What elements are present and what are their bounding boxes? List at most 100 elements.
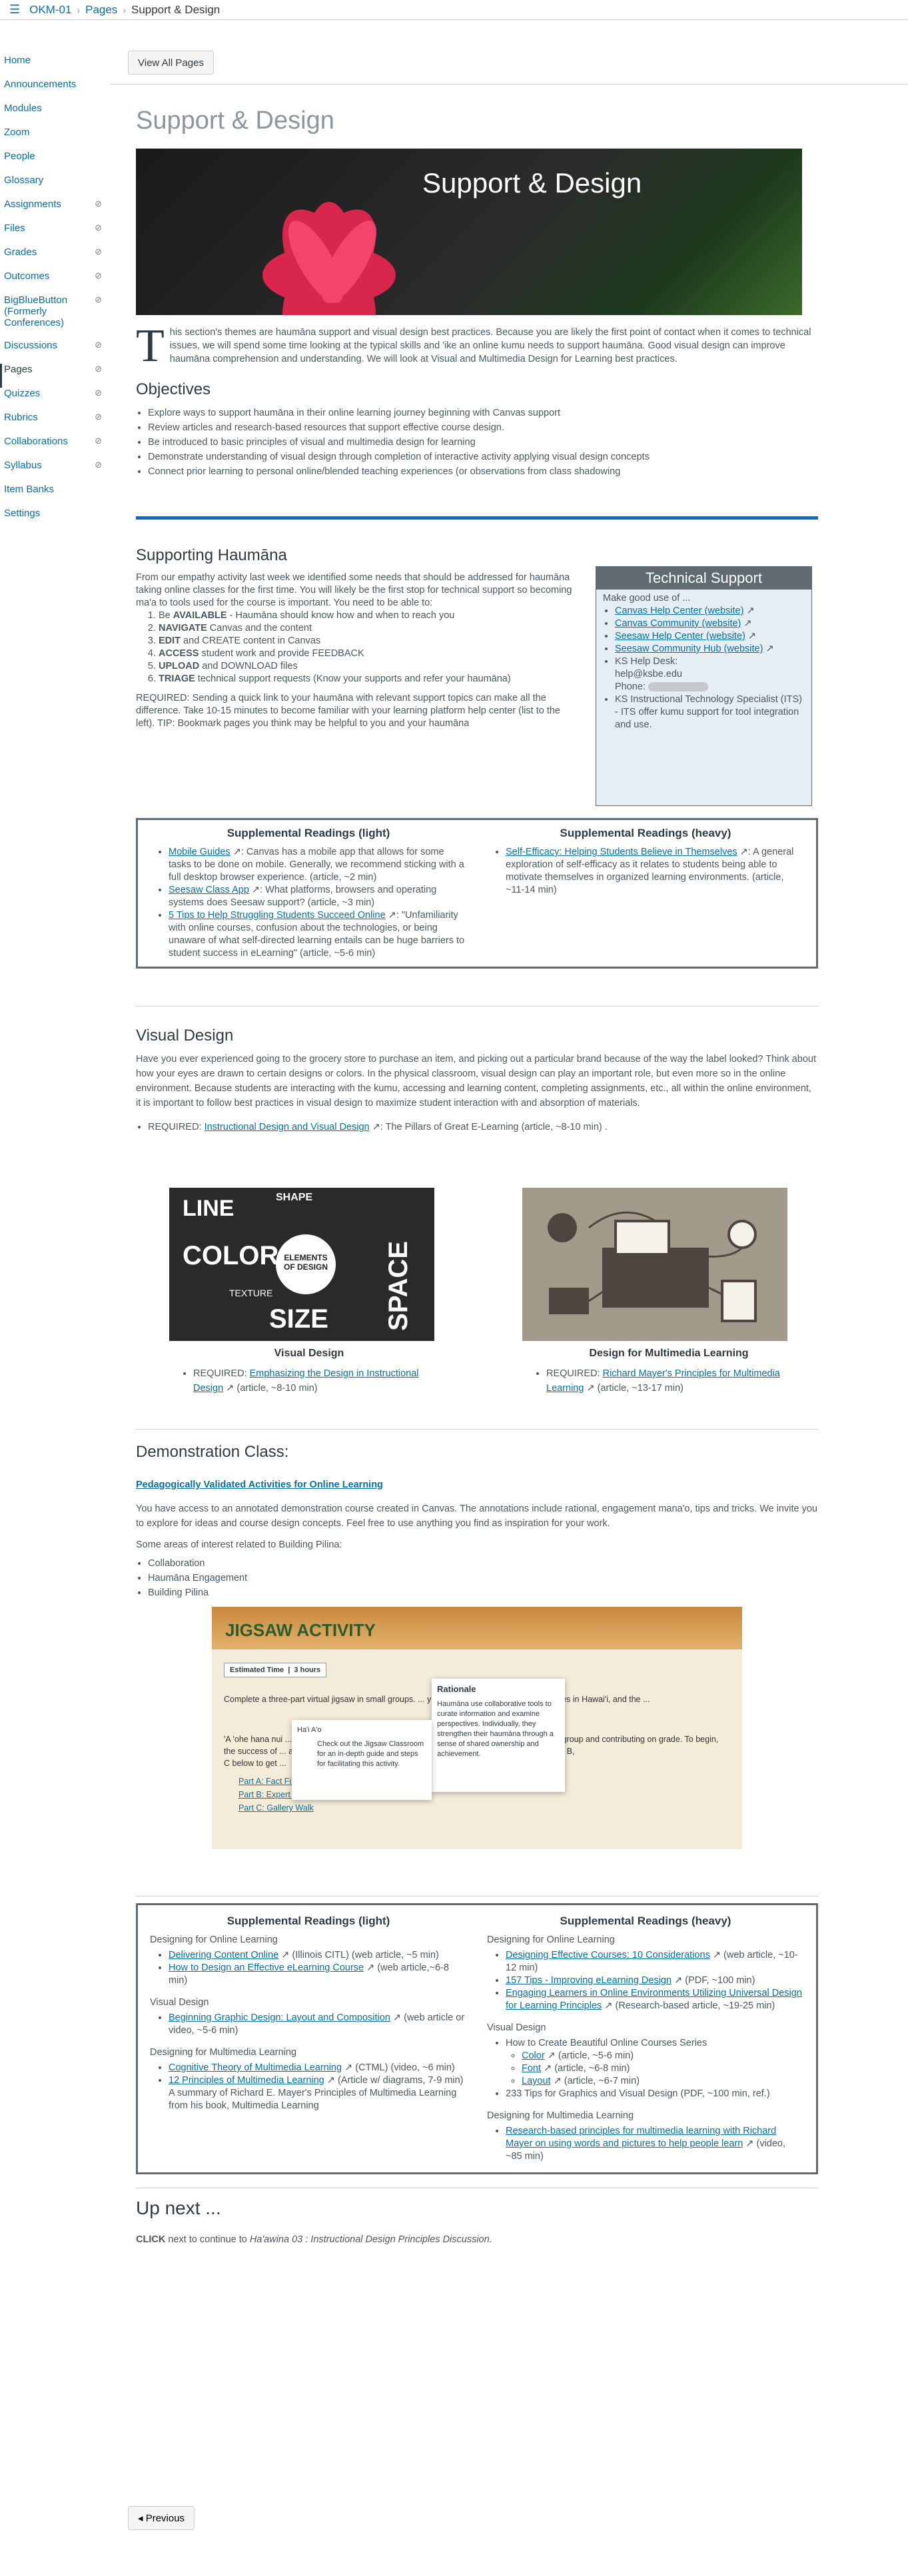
haao-popup: Ha'i A'o Check out the Jigsaw Classroom …: [292, 1720, 432, 1800]
sidebar-item-label: Settings: [4, 508, 41, 519]
self-efficacy-link[interactable]: Self-Efficacy: Helping Students Believe …: [506, 847, 737, 857]
list-item: 233 Tips for Graphics and Visual Design …: [506, 2088, 804, 2100]
hidden-eye-icon: ⊘: [95, 364, 102, 374]
hamburger-icon[interactable]: ☰: [9, 3, 20, 17]
hidden-eye-icon: ⊘: [95, 436, 102, 446]
sidebar-item-home[interactable]: Home: [0, 55, 110, 79]
tech-support-lead: Make good use of ...: [603, 593, 691, 604]
sidebar-item-settings[interactable]: Settings: [0, 508, 110, 532]
sidebar-item-discussions[interactable]: Discussions ⊘: [0, 340, 110, 364]
cognitive-theory-link[interactable]: Cognitive Theory of Multimedia Learning: [169, 2062, 342, 2073]
effective-elearning-link[interactable]: How to Design an Effective eLearning Cou…: [169, 1962, 364, 1973]
canvas-community-link[interactable]: Canvas Community (website): [615, 618, 741, 629]
sidebar-item-quizzes[interactable]: Quizzes ⊘: [0, 388, 110, 412]
sidebar-item-files[interactable]: Files ⊘: [0, 222, 110, 246]
twelve-principles-link[interactable]: 12 Principles of Multimedia Learning: [169, 2075, 324, 2086]
demo-course-link[interactable]: Pedagogically Validated Activities for O…: [136, 1480, 383, 1490]
beginning-graphic-design-link[interactable]: Beginning Graphic Design: Layout and Com…: [169, 2012, 390, 2023]
sidebar-item-zoom[interactable]: Zoom: [0, 127, 110, 151]
list-item: Research-based principles for multimedia…: [506, 2125, 804, 2163]
divider: [136, 1006, 818, 1007]
list-item: Haumāna Engagement: [148, 1571, 818, 1585]
banner-image: Support & Design: [136, 149, 802, 315]
sidebar-item-label: Pages: [4, 364, 33, 375]
list-item: 12 Principles of Multimedia Learning ↗ (…: [169, 2074, 467, 2112]
external-link-icon: ↗: [746, 606, 755, 616]
readings-light-title: Supplemental Readings (light): [227, 827, 390, 839]
sidebar-item-bigbluebutton[interactable]: BigBlueButton (Formerly Conferences) ⊘: [0, 294, 110, 340]
supporting-required: REQUIRED: Sending a quick link to your h…: [136, 693, 560, 729]
sidebar-item-label: Grades: [4, 246, 37, 258]
hidden-eye-icon: ⊘: [95, 294, 102, 304]
instructional-design-link[interactable]: Instructional Design and Visual Design: [205, 1122, 370, 1132]
list-item: NAVIGATE Canvas and the content: [159, 622, 576, 635]
seesaw-community-hub-link[interactable]: Seesaw Community Hub (website): [615, 644, 763, 654]
breadcrumb-pages[interactable]: Pages: [85, 3, 117, 17]
sidebar-item-label: Files: [4, 222, 25, 234]
supporting-heading: Supporting Haumāna: [136, 546, 287, 564]
list-item: Connect prior learning to personal onlin…: [148, 464, 818, 479]
sidebar-item-announcements[interactable]: Announcements: [0, 79, 110, 103]
hidden-eye-icon: ⊘: [95, 412, 102, 422]
designing-effective-courses-link[interactable]: Designing Effective Courses: 10 Consider…: [506, 1950, 710, 1960]
sidebar-item-assignments[interactable]: Assignments ⊘: [0, 199, 110, 222]
list-item: Explore ways to support haumāna in their…: [148, 406, 818, 420]
multimedia-caption: Design for Multimedia Learning: [589, 1348, 749, 1359]
sidebar-item-label: Modules: [4, 103, 42, 114]
breadcrumb-separator-icon: ›: [77, 4, 81, 15]
sidebar-item-collaborations[interactable]: Collaborations ⊘: [0, 436, 110, 460]
visual-design-text: Have you ever experienced going to the g…: [136, 1054, 817, 1108]
layout-link[interactable]: Layout: [522, 2076, 551, 2086]
mobile-guides-link[interactable]: Mobile Guides: [169, 847, 230, 857]
elements-of-design-image: LINE SHAPE COLOR TEXTURE SIZE SPACE ELEM…: [169, 1188, 434, 1341]
list-item: Delivering Content Online ↗ (Illinois CI…: [169, 1949, 467, 1962]
breadcrumb-course[interactable]: OKM-01: [29, 3, 71, 17]
specialist-item: KS Instructional Technology Specialist (…: [615, 693, 805, 731]
list-item: Review articles and research-based resou…: [148, 420, 818, 435]
divider: [136, 1896, 818, 1897]
hidden-eye-icon: ⊘: [95, 388, 102, 398]
up-next-heading: Up next ...: [136, 2198, 221, 2218]
sidebar-item-outcomes[interactable]: Outcomes ⊘: [0, 270, 110, 294]
sidebar-item-people[interactable]: People: [0, 151, 110, 175]
sidebar-item-label: Assignments: [4, 199, 61, 210]
jigsaw-title: JIGSAW ACTIVITY: [225, 1620, 376, 1640]
helpdesk-item: KS Help Desk:help@ksbe.eduPhone:: [615, 655, 805, 693]
list-item: Engaging Learners in Online Environments…: [506, 1987, 804, 2012]
supplemental-readings-box: Supplemental Readings (light) Mobile Gui…: [136, 818, 818, 969]
supplemental-readings-box-2: Supplemental Readings (light) Designing …: [136, 1903, 818, 2174]
color-link[interactable]: Color: [522, 2050, 545, 2061]
page-content: Support & Design Support & Design T his …: [136, 107, 818, 2247]
list-item: ACCESS student work and provide FEEDBACK: [159, 647, 576, 660]
visual-design-heading: Visual Design: [136, 1027, 234, 1045]
view-all-pages-button[interactable]: View All Pages: [128, 51, 214, 75]
previous-button[interactable]: ◂ Previous: [128, 2506, 195, 2530]
canvas-help-center-link[interactable]: Canvas Help Center (website): [615, 606, 743, 616]
hidden-eye-icon: ⊘: [95, 246, 102, 256]
research-based-principles-link[interactable]: Research-based principles for multimedia…: [506, 2126, 776, 2149]
sidebar-item-label: Home: [4, 55, 31, 66]
list-item: REQUIRED: Richard Mayer's Principles for…: [546, 1366, 815, 1396]
demo-text: You have access to an annotated demonstr…: [136, 1503, 817, 1529]
part-c-link[interactable]: Part C: Gallery Walk: [238, 1803, 314, 1813]
sidebar-item-glossary[interactable]: Glossary: [0, 175, 110, 199]
sidebar-item-pages[interactable]: Pages ⊘: [0, 364, 110, 388]
seesaw-help-center-link[interactable]: Seesaw Help Center (website): [615, 631, 745, 642]
sidebar-item-modules[interactable]: Modules: [0, 103, 110, 127]
sidebar-item-grades[interactable]: Grades ⊘: [0, 246, 110, 270]
estimated-time-badge: Estimated Time | 3 hours: [224, 1663, 327, 1677]
five-tips-link[interactable]: 5 Tips to Help Struggling Students Succe…: [169, 910, 386, 921]
list-item: Demonstrate understanding of visual desi…: [148, 450, 818, 464]
hidden-eye-icon: ⊘: [95, 199, 102, 209]
sidebar-item-label: Item Banks: [4, 484, 55, 495]
sidebar-item-rubrics[interactable]: Rubrics ⊘: [0, 412, 110, 436]
157-tips-link[interactable]: 157 Tips - Improving eLearning Design: [506, 1975, 672, 1986]
sidebar-item-syllabus[interactable]: Syllabus ⊘: [0, 460, 110, 484]
delivering-content-link[interactable]: Delivering Content Online: [169, 1950, 278, 1960]
seesaw-class-app-link[interactable]: Seesaw Class App: [169, 885, 249, 895]
sidebar-item-item-banks[interactable]: Item Banks: [0, 484, 110, 508]
redacted-phone: [648, 682, 708, 692]
font-link[interactable]: Font: [522, 2063, 541, 2074]
sidebar-item-label: Outcomes: [4, 270, 50, 282]
breadcrumb-current: Support & Design: [131, 3, 221, 16]
